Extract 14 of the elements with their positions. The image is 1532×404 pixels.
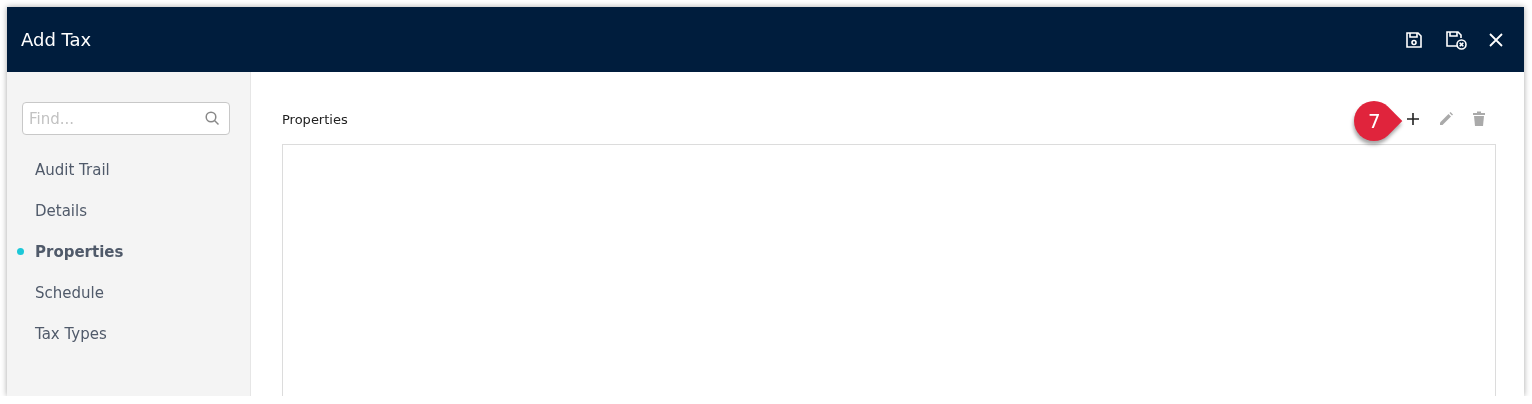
window-title: Add Tax bbox=[21, 29, 93, 50]
save-button[interactable] bbox=[1404, 29, 1424, 50]
search-icon bbox=[205, 111, 220, 126]
nav-item[interactable]: Tax Types bbox=[15, 313, 230, 354]
close-button[interactable] bbox=[1488, 31, 1504, 48]
nav-item[interactable]: Schedule bbox=[15, 272, 230, 313]
nav-item[interactable]: Audit Trail bbox=[15, 149, 230, 190]
add-button[interactable] bbox=[1404, 110, 1422, 128]
save-close-button[interactable] bbox=[1444, 28, 1468, 51]
section-title: Properties bbox=[282, 111, 348, 127]
active-dot bbox=[17, 248, 24, 255]
search-field[interactable]: Find... bbox=[22, 102, 230, 135]
nav-item[interactable]: Properties bbox=[15, 231, 230, 272]
nav-item[interactable]: Details bbox=[15, 190, 230, 231]
